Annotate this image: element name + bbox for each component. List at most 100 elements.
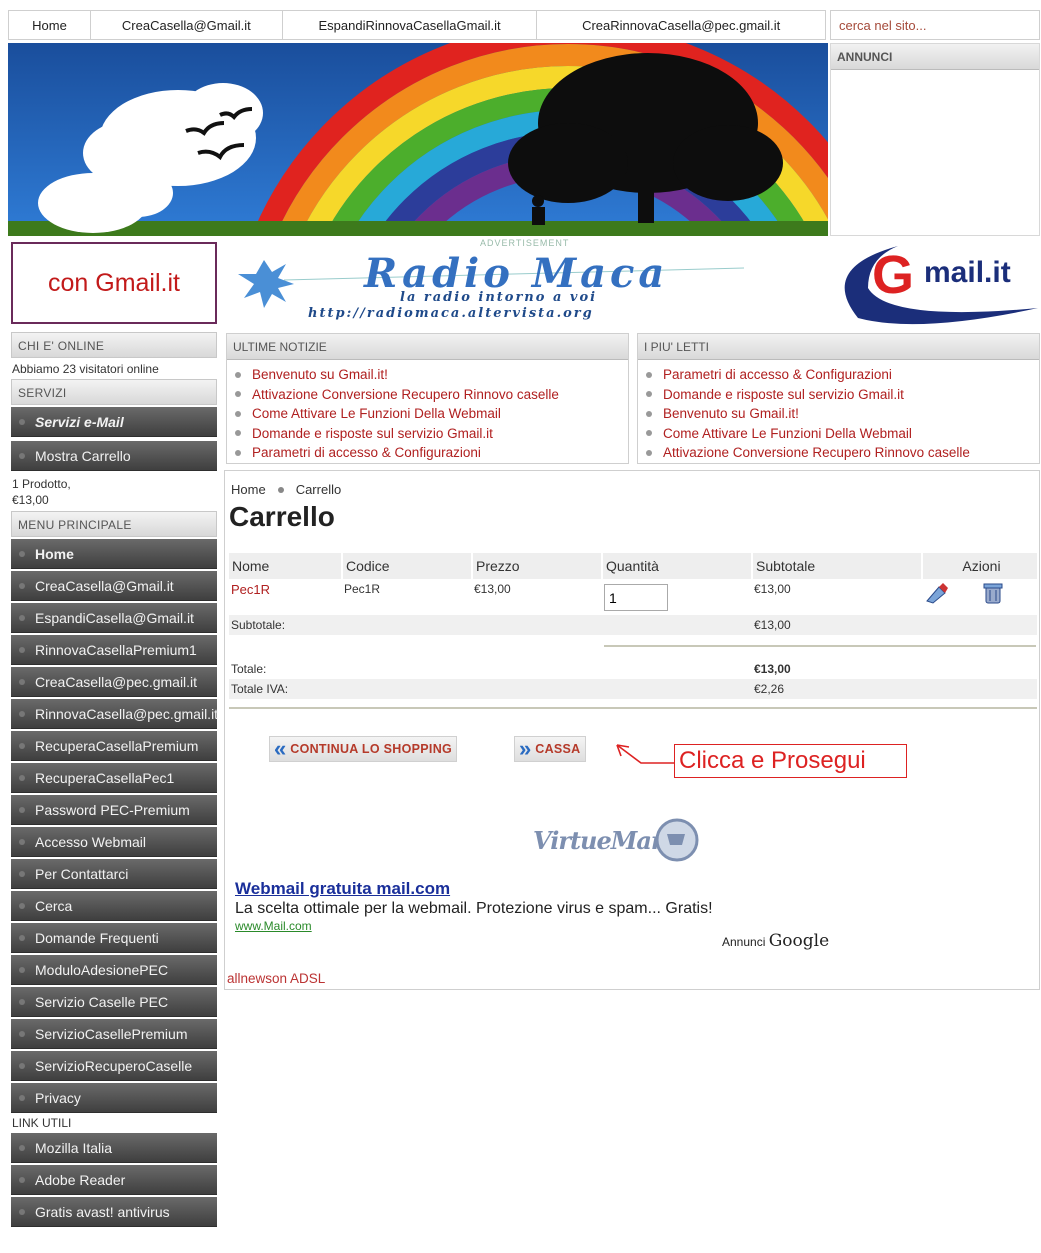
- links-title: LINK UTILI: [12, 1116, 72, 1130]
- arrow-annotation-icon: [616, 744, 675, 764]
- cart-content: Home Carrello Carrello Nome Codice Prezz…: [224, 470, 1040, 990]
- checkout-button[interactable]: » CASSA: [514, 736, 586, 762]
- popular-item[interactable]: Benvenuto su Gmail.it!: [646, 404, 1031, 424]
- header-illustration: [8, 43, 828, 236]
- bullet-icon: [19, 678, 25, 685]
- cart-item-actions: [922, 579, 1037, 615]
- link-item[interactable]: Mozilla Italia: [11, 1133, 217, 1163]
- menu-mostra-carrello[interactable]: Mostra Carrello: [11, 441, 217, 471]
- popular-item[interactable]: Domande e risposte sul servizio Gmail.it: [646, 385, 1031, 405]
- bullet-icon: [19, 1144, 25, 1151]
- popular-item[interactable]: Attivazione Conversione Recupero Rinnovo…: [646, 443, 1031, 463]
- gmail-it-logo[interactable]: G mail.it: [828, 238, 1040, 326]
- google-ad-title[interactable]: Webmail gratuita mail.com: [235, 879, 450, 899]
- menu-item[interactable]: RinnovaCasellaPremium1: [11, 635, 217, 665]
- menu-item[interactable]: RinnovaCasella@pec.gmail.it: [11, 699, 218, 729]
- col-name: Nome: [229, 553, 343, 579]
- continue-shopping-button[interactable]: « CONTINUA LO SHOPPING: [269, 736, 458, 762]
- menu-item[interactable]: Per Contattarci: [11, 859, 217, 889]
- delete-item-icon[interactable]: [981, 581, 1005, 608]
- main-menu-title: MENU PRINCIPALE: [11, 511, 217, 537]
- menu-item[interactable]: Password PEC-Premium: [11, 795, 217, 825]
- bullet-icon: [19, 966, 25, 973]
- cart-badge-icon: [655, 818, 699, 862]
- menu-item[interactable]: Privacy: [11, 1083, 217, 1113]
- page-title: Carrello: [229, 501, 335, 532]
- news-item[interactable]: Come Attivare Le Funzioni Della Webmail: [235, 404, 620, 424]
- most-read-list: Parametri di accesso & Configurazioni Do…: [638, 360, 1039, 468]
- ads-title: ANNUNCI: [831, 44, 1039, 70]
- google-brand: Google: [768, 931, 830, 951]
- bullet-icon: [19, 934, 25, 941]
- cart-summary-total: €13,00: [12, 493, 49, 507]
- cart-header-row: Nome Codice Prezzo Quantità Subtotale Az…: [229, 553, 1037, 579]
- news-item[interactable]: Benvenuto su Gmail.it!: [235, 365, 620, 385]
- bullet-icon: [19, 1208, 25, 1215]
- menu-servizi-email[interactable]: Servizi e-Mail: [11, 407, 217, 437]
- quantity-input[interactable]: [604, 584, 668, 611]
- news-item[interactable]: Domande e risposte sul servizio Gmail.it: [235, 424, 620, 444]
- bullet-icon: [19, 646, 25, 653]
- menu-item[interactable]: CreaCasella@pec.gmail.it: [11, 667, 217, 697]
- google-ads-annunci: Annunci: [722, 935, 766, 949]
- menu-item[interactable]: CreaCasella@Gmail.it: [11, 571, 217, 601]
- total-value: €13,00: [754, 662, 791, 676]
- menu-item[interactable]: RecuperaCasellaPec1: [11, 763, 217, 793]
- sidebar-logo[interactable]: con Gmail.it: [11, 242, 217, 324]
- menu-item[interactable]: ServizioCasellePremium: [11, 1019, 217, 1049]
- update-cart-icon[interactable]: [924, 581, 950, 608]
- cart-item-subtotal: €13,00: [754, 582, 791, 596]
- virtuemart-text: VirtueMart: [533, 826, 674, 855]
- radio-maca-banner[interactable]: ADVERTISEMENT Radio Maca la radio intorn…: [224, 238, 826, 326]
- topnav-crea-rinnova-pec[interactable]: CreaRinnovaCasella@pec.gmail.it: [537, 11, 825, 39]
- subtotal-row: Subtotale: €13,00: [229, 615, 1037, 635]
- col-qty: Quantità: [602, 553, 753, 579]
- bullet-icon: [19, 774, 25, 781]
- topnav-home[interactable]: Home: [9, 11, 91, 39]
- allnewson-link[interactable]: allnewson ADSL: [227, 971, 325, 986]
- menu-item[interactable]: ServizioRecuperoCaselle: [11, 1051, 217, 1081]
- menu-item[interactable]: RecuperaCasellaPremium: [11, 731, 217, 761]
- menu-item[interactable]: EspandiCasella@Gmail.it: [11, 603, 217, 633]
- table-row: Pec1R Pec1R €13,00 €13,00: [229, 579, 1037, 615]
- latest-news-title: ULTIME NOTIZIE: [227, 334, 628, 360]
- menu-item[interactable]: ModuloAdesionePEC: [11, 955, 217, 985]
- google-ad-description: La scelta ottimale per la webmail. Prote…: [235, 900, 713, 917]
- search-input[interactable]: [831, 11, 1039, 39]
- radio-maca-url: http://radiomaca.altervista.org: [308, 306, 594, 321]
- topnav-crea-casella[interactable]: CreaCasella@Gmail.it: [91, 11, 283, 39]
- link-item[interactable]: Adobe Reader: [11, 1165, 217, 1195]
- google-ads-label[interactable]: Annunci Google: [722, 931, 829, 951]
- breadcrumb-home[interactable]: Home: [231, 482, 266, 497]
- double-chevron-right-icon: »: [519, 736, 531, 761]
- breadcrumb-separator-icon: [277, 486, 284, 493]
- subtotal-label: Subtotale:: [231, 618, 286, 632]
- radio-maca-subtitle: la radio intorno a voi: [400, 290, 598, 305]
- cart-item-name[interactable]: Pec1R: [229, 579, 342, 615]
- news-item[interactable]: Parametri di accesso & Configurazioni: [235, 443, 620, 463]
- vat-label: Totale IVA:: [231, 682, 289, 696]
- bullet-icon: [19, 742, 25, 749]
- google-ad-url[interactable]: www.Mail.com: [235, 919, 312, 933]
- link-item[interactable]: Gratis avast! antivirus: [11, 1197, 217, 1227]
- bullet-icon: [19, 550, 25, 557]
- bullet-icon: [19, 614, 25, 621]
- bullet-icon: [19, 806, 25, 813]
- popular-item[interactable]: Parametri di accesso & Configurazioni: [646, 365, 1031, 385]
- popular-item[interactable]: Come Attivare Le Funzioni Della Webmail: [646, 424, 1031, 444]
- menu-item[interactable]: Servizio Caselle PEC: [11, 987, 217, 1017]
- menu-item[interactable]: Accesso Webmail: [11, 827, 217, 857]
- menu-item[interactable]: Domande Frequenti: [11, 923, 217, 953]
- bullet-icon: [19, 418, 25, 425]
- news-item[interactable]: Attivazione Conversione Recupero Rinnovo…: [235, 385, 620, 405]
- online-title: CHI E' ONLINE: [11, 332, 217, 358]
- breadcrumb: Home Carrello: [231, 482, 341, 497]
- cart-table: Nome Codice Prezzo Quantità Subtotale Az…: [229, 553, 1037, 699]
- bullet-icon: [19, 710, 25, 717]
- most-read-title: I PIU' LETTI: [638, 334, 1039, 360]
- menu-item-home[interactable]: Home: [11, 539, 217, 569]
- topnav-espandi-rinnova[interactable]: EspandiRinnovaCasellaGmail.it: [283, 11, 538, 39]
- menu-item[interactable]: Cerca: [11, 891, 217, 921]
- cart-summary: 1 Prodotto, €13,00: [11, 471, 217, 511]
- subtotal-value: €13,00: [754, 618, 791, 632]
